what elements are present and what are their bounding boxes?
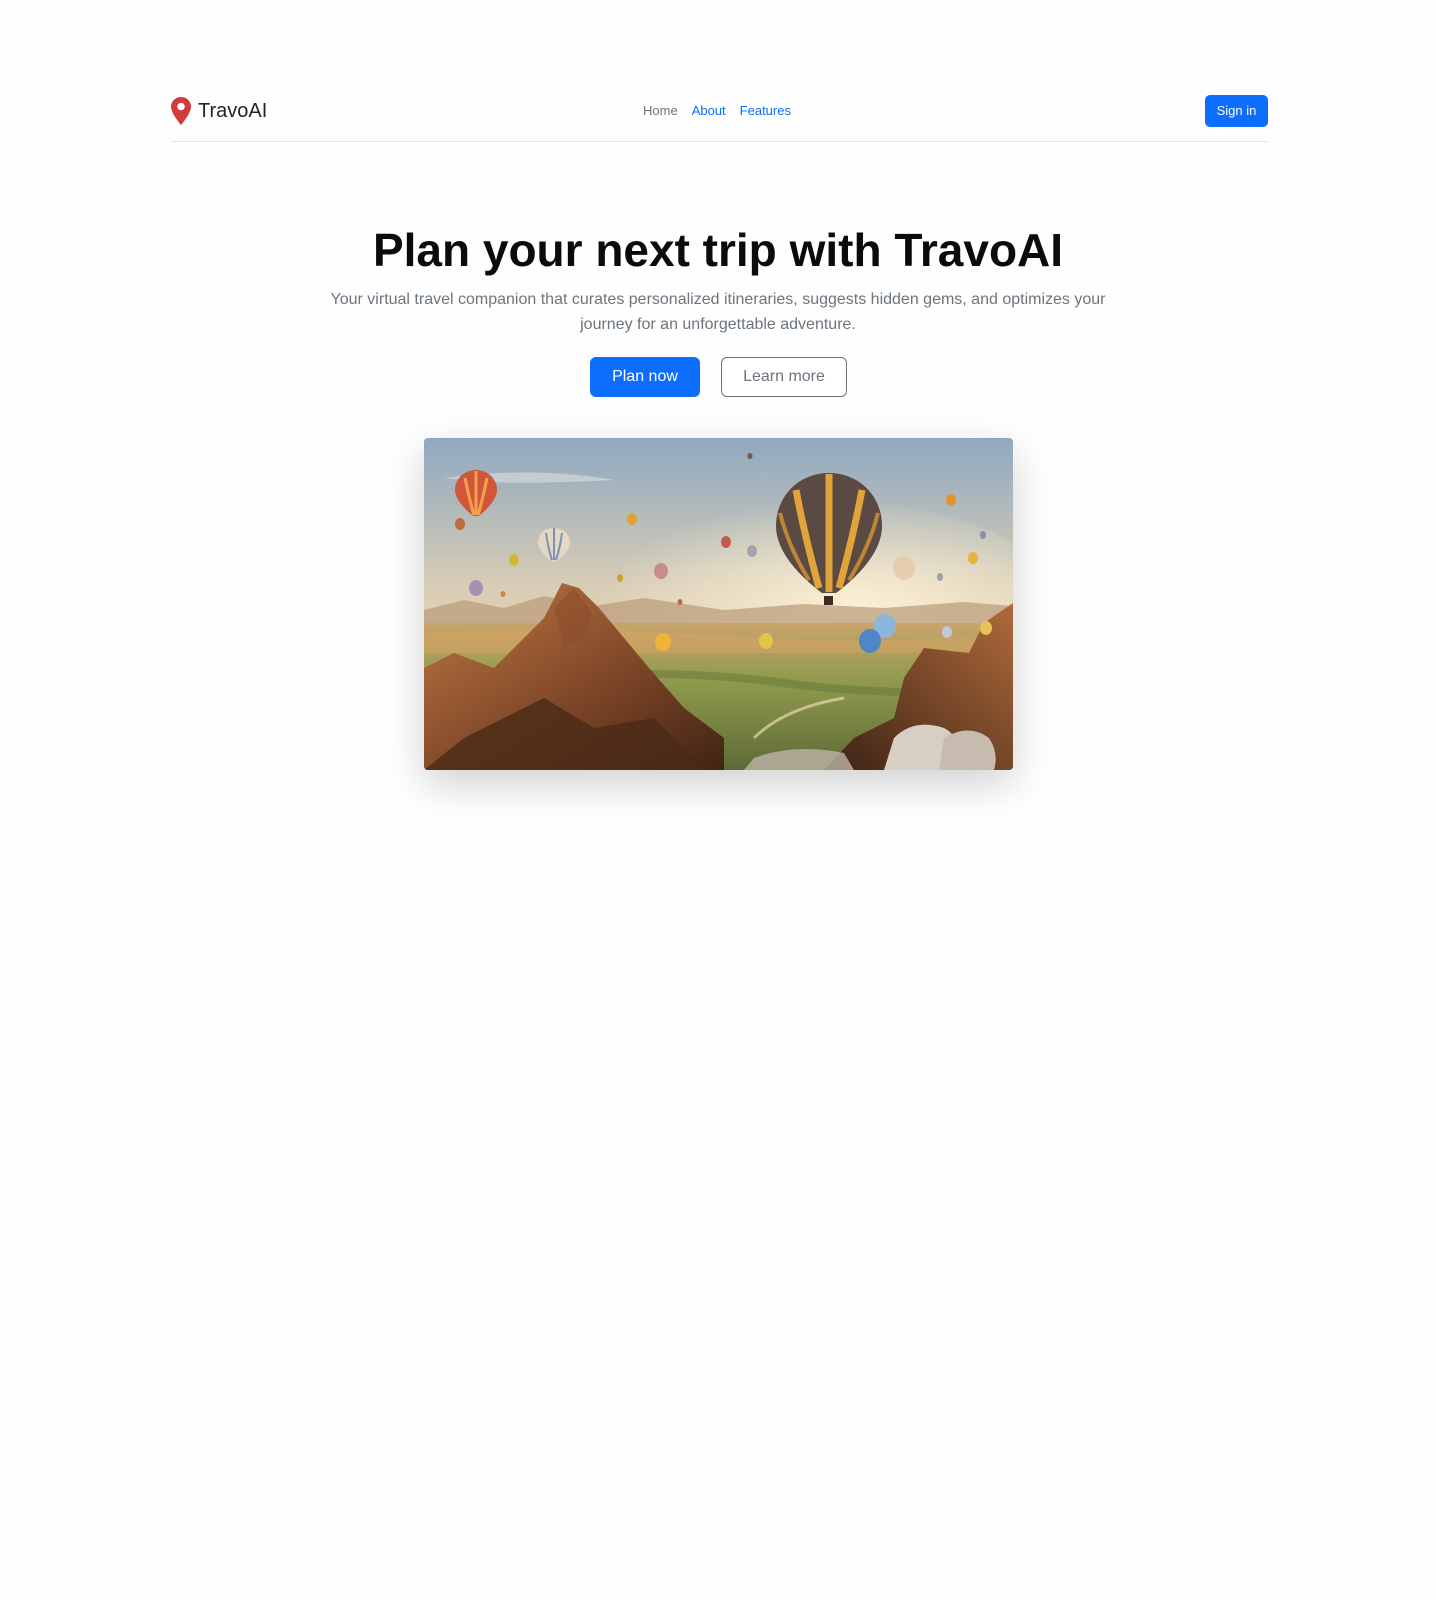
hero-subtitle: Your virtual travel companion that curat… (330, 291, 1106, 333)
nav-home[interactable]: Home (643, 93, 678, 129)
nav-about[interactable]: About (692, 93, 726, 129)
balloon-landscape-image (424, 438, 1013, 770)
map-pin-icon (171, 97, 191, 125)
nav-features[interactable]: Features (740, 93, 791, 129)
hero-title: Plan your next trip with TravoAI (372, 224, 1064, 276)
hero-image (424, 438, 1013, 770)
brand-name: TravoAI (198, 100, 268, 122)
sign-in-button[interactable]: Sign in (1205, 95, 1268, 127)
plan-now-button[interactable]: Plan now (590, 357, 700, 397)
learn-more-button[interactable]: Learn more (721, 357, 847, 397)
main-nav: Home About Features (643, 93, 805, 129)
brand-link[interactable]: TravoAI (171, 97, 267, 125)
site-header: TravoAI Home About Features Sign in (171, 93, 1268, 142)
